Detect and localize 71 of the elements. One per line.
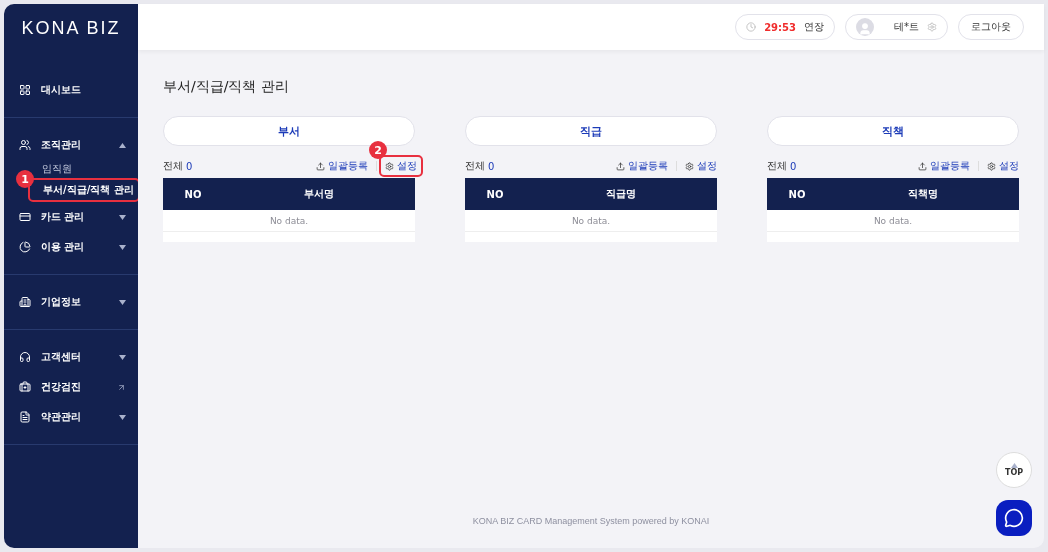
caret-down-icon <box>119 244 126 250</box>
document-icon <box>19 411 31 423</box>
caret-down-icon <box>119 354 126 360</box>
total-label: 전체 <box>767 159 787 173</box>
submenu-item[interactable]: 부서/직급/직책 관리 <box>31 181 139 199</box>
settings-icon <box>385 161 394 171</box>
top-button[interactable]: TOP <box>996 452 1032 488</box>
medical-kit-icon <box>19 381 31 393</box>
column-header: NO <box>787 188 807 200</box>
empty-message: No data. <box>767 210 1019 232</box>
column-header: NO <box>183 188 203 200</box>
external-link-icon <box>117 382 126 392</box>
column-header: 직급명 <box>605 187 637 201</box>
bulk-register-link[interactable]: 일괄등록 <box>616 159 668 173</box>
settings-icon <box>685 161 694 171</box>
upload-icon <box>316 161 325 171</box>
page-title: 부서/직급/직책 관리 <box>163 78 290 96</box>
caret-down-icon <box>119 414 126 420</box>
settings-icon <box>927 22 937 32</box>
empty-message: No data. <box>465 210 717 232</box>
menu-item[interactable]: 조직관리 <box>4 130 138 160</box>
total-count: 0 <box>488 160 496 172</box>
step-badge: 2 <box>369 141 387 159</box>
upload-icon <box>616 161 625 171</box>
clock-icon <box>746 22 757 32</box>
caret-down-icon <box>119 299 126 305</box>
panel-title: 직급 <box>465 116 717 146</box>
menu-item[interactable]: 대시보드 <box>4 75 138 105</box>
menu-item[interactable]: 건강검진 <box>4 372 138 402</box>
total-label: 전체 <box>465 159 485 173</box>
user-name: 테*트 <box>894 20 919 34</box>
chat-bubble-icon <box>1004 508 1024 528</box>
step-badge: 1 <box>16 170 34 188</box>
avatar-icon <box>856 18 874 36</box>
empty-message: No data. <box>163 210 415 232</box>
column-header: 부서명 <box>303 187 335 201</box>
menu-item[interactable]: 약관관리 <box>4 402 138 432</box>
total-count: 0 <box>790 160 798 172</box>
user-menu[interactable]: 테*트 <box>845 14 948 40</box>
bulk-register-link[interactable]: 일괄등록 <box>918 159 970 173</box>
grid-icon <box>19 84 31 96</box>
upload-icon <box>918 161 927 171</box>
column-header: 직책명 <box>907 187 939 201</box>
headset-icon <box>19 351 31 363</box>
menu-item[interactable]: 카드 관리 <box>4 202 138 232</box>
menu-item[interactable]: 고객센터 <box>4 342 138 372</box>
column-header: NO <box>485 188 505 200</box>
settings-link[interactable]: 설정 <box>987 159 1019 173</box>
bulk-register-link[interactable]: 일괄등록 <box>316 159 368 173</box>
extend-button[interactable]: 연장 <box>804 20 824 34</box>
caret-down-icon <box>119 214 126 220</box>
building-icon <box>19 296 31 308</box>
card-icon <box>19 211 31 223</box>
panel-title: 직책 <box>767 116 1019 146</box>
logout-button[interactable]: 로그아웃 <box>958 14 1024 40</box>
menu-item[interactable]: 기업정보 <box>4 287 138 317</box>
total-label: 전체 <box>163 159 183 173</box>
logo[interactable]: KONA BIZ <box>21 18 121 39</box>
caret-up-icon <box>119 142 126 148</box>
settings-link[interactable]: 설정 <box>685 159 717 173</box>
footer-text: KONA BIZ CARD Management System powered by KONAI <box>471 516 711 526</box>
chat-button[interactable] <box>996 500 1032 536</box>
people-icon <box>19 139 31 151</box>
panel-title: 부서 <box>163 116 415 146</box>
settings-link[interactable]: 설정 <box>385 159 417 173</box>
pie-chart-icon <box>19 241 31 253</box>
total-count: 0 <box>186 160 194 172</box>
timer-text: 29:53 <box>764 21 796 33</box>
caret-up-icon <box>1010 463 1018 468</box>
menu-item[interactable]: 이용 관리 <box>4 232 138 262</box>
settings-icon <box>987 161 996 171</box>
